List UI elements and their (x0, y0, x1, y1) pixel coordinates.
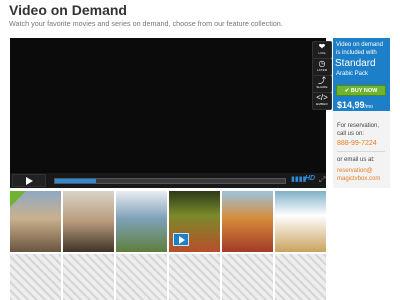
placeholder-thumb (116, 254, 167, 300)
thumb-movie-5[interactable] (222, 191, 273, 252)
placeholder-thumb (222, 254, 273, 300)
thumb-movie-6[interactable] (275, 191, 326, 252)
embed-button[interactable]: </> EMBED (312, 92, 332, 110)
placeholder-thumb (275, 254, 326, 300)
vod-included-text: Video on demand is included with (336, 42, 383, 56)
divider (337, 151, 385, 152)
page-subtitle: Watch your favorite movies and series on… (9, 19, 283, 28)
embed-icon: </> (316, 93, 328, 102)
share-label: SHARE (316, 85, 328, 89)
subscription-panel: Video on demand is included with Standar… (333, 38, 390, 188)
buy-now-button[interactable]: ✔ BUY NOW (336, 85, 386, 96)
placeholder-thumb (63, 254, 114, 300)
progress-bar[interactable] (54, 178, 286, 184)
email-label: or email us at: (337, 157, 375, 163)
player-controls: ▮▮▮▮ HD ⤢ (10, 173, 326, 188)
plan-banner: Video on demand is included with Standar… (333, 38, 390, 111)
phone-link[interactable]: 888-99-7224 (337, 140, 377, 147)
new-badge (10, 191, 26, 207)
thumb-movie-2[interactable] (63, 191, 114, 252)
plan-pack: Arabic Pack (336, 71, 369, 77)
progress-fill (55, 179, 97, 183)
price-unit: /mo (364, 104, 373, 110)
placeholder-thumb (10, 254, 61, 300)
clock-icon: ◷ (318, 59, 326, 68)
price-amount: $14,99 (337, 100, 365, 110)
play-button[interactable] (12, 174, 46, 187)
embed-label: EMBED (316, 102, 328, 106)
video-player[interactable]: ❤ LIKE ◷ LATER ⤴ SHARE </> EMBED ▮▮▮▮ HD… (10, 38, 332, 188)
heart-icon: ❤ (318, 42, 326, 51)
thumbnail-play-icon[interactable] (173, 233, 189, 246)
plan-name: Standard (335, 58, 376, 69)
volume-icon[interactable]: ▮▮▮▮ (291, 176, 306, 184)
later-label: LATER (316, 68, 328, 72)
price: $14,99/mo (337, 100, 373, 110)
share-icon: ⤴ (318, 76, 326, 85)
like-button[interactable]: ❤ LIKE (312, 41, 332, 59)
reservation-text: For reservation, call us on: (337, 123, 380, 137)
like-label: LIKE (318, 51, 326, 55)
email-link[interactable]: reservation@ magictvbox.com (337, 167, 389, 183)
fullscreen-icon[interactable]: ⤢ (319, 175, 325, 185)
thumb-movie-3[interactable] (116, 191, 167, 252)
watch-later-button[interactable]: ◷ LATER (312, 58, 332, 76)
page-title: Video on Demand (9, 2, 127, 18)
share-button[interactable]: ⤴ SHARE (312, 75, 332, 93)
placeholder-thumb (169, 254, 220, 300)
hd-toggle[interactable]: HD (305, 175, 315, 182)
